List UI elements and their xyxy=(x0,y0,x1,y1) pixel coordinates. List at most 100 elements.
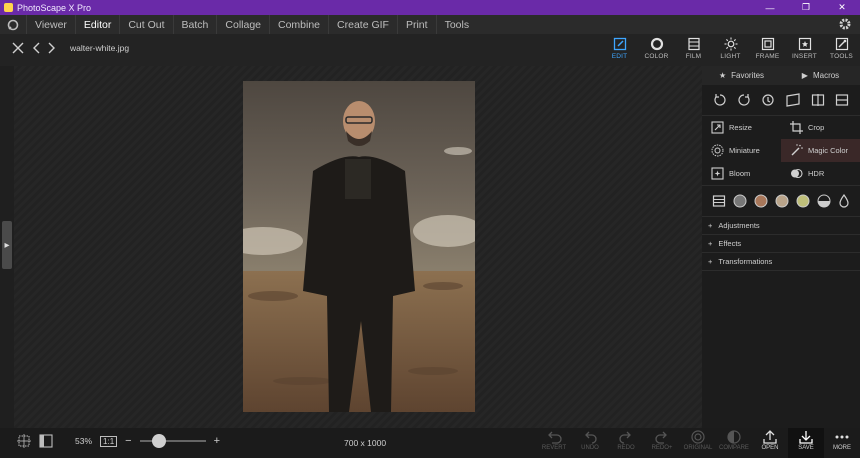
file-name: walter-white.jpg xyxy=(70,43,130,53)
menu-bar: Viewer Editor Cut Out Batch Collage Comb… xyxy=(0,15,860,34)
menu-create-gif[interactable]: Create GIF xyxy=(328,15,397,34)
revert-icon xyxy=(548,431,562,444)
chevron-right-icon: ▸ xyxy=(4,239,10,251)
rotate-free-icon[interactable] xyxy=(761,93,775,107)
menu-collage[interactable]: Collage xyxy=(216,15,269,34)
menu-editor[interactable]: Editor xyxy=(74,15,119,34)
revert-button[interactable]: REVERT xyxy=(536,428,572,458)
menu-combine[interactable]: Combine xyxy=(269,15,328,34)
grid-icon[interactable] xyxy=(17,434,31,448)
zoom-out-button[interactable]: − xyxy=(125,435,131,447)
miniature-icon xyxy=(711,144,724,157)
restore-icon[interactable]: ❐ xyxy=(788,0,824,15)
crop-button[interactable]: Crop xyxy=(781,116,860,139)
redo-all-icon xyxy=(655,431,667,444)
menu-cut-out[interactable]: Cut Out xyxy=(119,15,172,34)
zoom-slider-knob[interactable] xyxy=(151,434,166,448)
hdr-button[interactable]: HDR xyxy=(781,162,860,185)
tab-tools[interactable]: TOOLS xyxy=(823,34,860,66)
color-icon xyxy=(650,37,663,51)
open-button[interactable]: OPEN xyxy=(752,428,788,458)
tab-color[interactable]: COLOR xyxy=(638,34,675,66)
fit-window-icon[interactable] xyxy=(39,434,53,448)
photo-preview[interactable] xyxy=(243,81,475,412)
upload-icon xyxy=(763,430,777,444)
settings-gear-icon[interactable] xyxy=(838,17,852,34)
preset-sepia-icon[interactable] xyxy=(775,194,789,208)
light-icon xyxy=(724,37,737,51)
magic-color-button[interactable]: Magic Color xyxy=(781,139,860,162)
more-dots-icon xyxy=(835,435,849,439)
tab-favorites[interactable]: ★ Favorites xyxy=(702,66,781,85)
frame-icon xyxy=(761,37,774,51)
resize-button[interactable]: Resize xyxy=(702,116,781,139)
expand-left-panel-handle[interactable]: ▸ xyxy=(2,221,12,269)
minimize-icon[interactable]: — xyxy=(752,0,788,15)
previous-icon[interactable] xyxy=(32,42,40,54)
plus-icon: + xyxy=(708,221,713,230)
compare-icon xyxy=(727,430,741,444)
window-title: PhotoScape X Pro xyxy=(17,2,92,13)
original-button[interactable]: ORIGINAL xyxy=(680,428,716,458)
menu-print[interactable]: Print xyxy=(396,15,436,34)
original-icon xyxy=(691,430,705,444)
flip-horizontal-icon[interactable] xyxy=(811,93,825,107)
filter-presets-row xyxy=(702,186,860,216)
close-icon[interactable] xyxy=(12,42,24,54)
menu-viewer[interactable]: Viewer xyxy=(26,15,75,34)
compare-button[interactable]: COMPARE xyxy=(716,428,752,458)
rotate-right-icon[interactable] xyxy=(737,93,751,107)
undo-icon xyxy=(585,431,597,444)
resize-icon xyxy=(711,121,724,134)
flip-vertical-icon[interactable] xyxy=(835,93,849,107)
app-icon xyxy=(4,3,13,12)
tab-macros[interactable]: ▶ Macros xyxy=(781,66,860,85)
preset-yellow-icon[interactable] xyxy=(796,194,810,208)
download-icon xyxy=(799,431,813,444)
tab-insert[interactable]: INSERT xyxy=(786,34,823,66)
zoom-controls: 53% 1:1 − + xyxy=(17,434,220,448)
redo-icon xyxy=(619,431,631,444)
straighten-icon[interactable] xyxy=(785,93,801,107)
edit-panel: ★ Favorites ▶ Macros Resize Crop Miniatu… xyxy=(702,66,860,428)
plus-icon: + xyxy=(708,239,713,248)
play-icon: ▶ xyxy=(801,71,808,80)
section-transformations[interactable]: + Transformations xyxy=(702,253,860,271)
action-buttons: REVERT UNDO REDO REDO+ ORIGINAL COMPARE … xyxy=(536,428,860,458)
miniature-button[interactable]: Miniature xyxy=(702,139,781,162)
preset-warm-icon[interactable] xyxy=(754,194,768,208)
bloom-icon xyxy=(711,167,724,180)
film-icon xyxy=(687,37,700,51)
section-effects[interactable]: + Effects xyxy=(702,235,860,253)
rotate-left-icon[interactable] xyxy=(713,93,727,107)
bloom-button[interactable]: Bloom xyxy=(702,162,781,185)
plus-icon: + xyxy=(708,257,713,266)
tab-film[interactable]: FILM xyxy=(675,34,712,66)
menu-batch[interactable]: Batch xyxy=(172,15,217,34)
section-adjustments[interactable]: + Adjustments xyxy=(702,217,860,235)
crop-icon xyxy=(790,121,803,134)
next-icon[interactable] xyxy=(48,42,56,54)
droplet-icon[interactable] xyxy=(838,194,850,208)
app-logo-icon[interactable] xyxy=(0,15,26,34)
preset-bw-icon[interactable] xyxy=(733,194,747,208)
editor-toolbar: walter-white.jpg EDIT COLOR FILM LIGHT F… xyxy=(0,34,860,66)
undo-button[interactable]: UNDO xyxy=(572,428,608,458)
redo-button[interactable]: REDO xyxy=(608,428,644,458)
preset-half-icon[interactable] xyxy=(817,194,831,208)
tool-tabs: EDIT COLOR FILM LIGHT FRAME INSERT TOOLS xyxy=(601,34,860,66)
tab-edit[interactable]: EDIT xyxy=(601,34,638,66)
zoom-slider[interactable] xyxy=(139,434,206,448)
menu-tools[interactable]: Tools xyxy=(435,15,478,34)
redo-all-button[interactable]: REDO+ xyxy=(644,428,680,458)
file-navigation: walter-white.jpg xyxy=(12,42,129,54)
list-presets-icon[interactable] xyxy=(712,194,726,208)
actual-size-button[interactable]: 1:1 xyxy=(100,435,118,447)
close-window-icon[interactable]: ✕ xyxy=(824,0,860,15)
edit-icon xyxy=(613,37,626,51)
zoom-in-button[interactable]: + xyxy=(214,435,220,447)
tab-frame[interactable]: FRAME xyxy=(749,34,786,66)
save-button[interactable]: SAVE xyxy=(788,428,824,458)
tab-light[interactable]: LIGHT xyxy=(712,34,749,66)
more-button[interactable]: MORE xyxy=(824,428,860,458)
